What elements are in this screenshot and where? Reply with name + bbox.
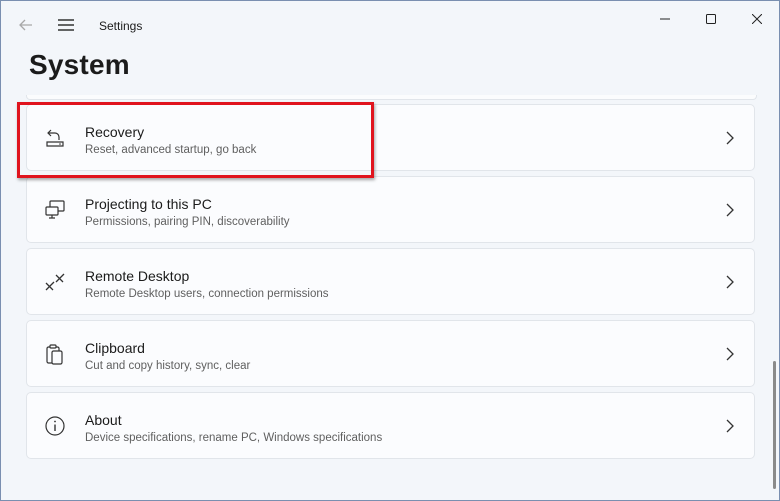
remote-desktop-card[interactable]: Remote Desktop Remote Desktop users, con… (26, 248, 755, 315)
back-arrow-icon (19, 19, 32, 31)
chevron-right-icon (726, 275, 734, 289)
close-button[interactable] (734, 7, 779, 31)
back-button[interactable] (11, 11, 41, 39)
partial-card (26, 95, 757, 100)
chevron-right-icon (726, 203, 734, 217)
hamburger-menu-icon (58, 19, 74, 31)
projecting-icon (45, 200, 65, 219)
projecting-title: Projecting to this PC (85, 196, 212, 212)
clipboard-icon (46, 344, 63, 365)
clipboard-description: Cut and copy history, sync, clear (85, 360, 251, 372)
maximize-icon (706, 14, 716, 24)
chevron-right-icon (726, 347, 734, 361)
settings-window: Settings System Recovery Reset, advanced… (0, 0, 780, 501)
page-title: System (29, 49, 130, 80)
settings-list: Recovery Reset, advanced startup, go bac… (1, 95, 771, 500)
projecting-description: Permissions, pairing PIN, discoverabilit… (85, 216, 290, 228)
clipboard-card[interactable]: Clipboard Cut and copy history, sync, cl… (26, 320, 755, 387)
title-bar: Settings (1, 1, 779, 47)
app-title: Settings (99, 19, 143, 33)
close-icon (752, 14, 762, 24)
chevron-right-icon (726, 419, 734, 433)
about-title: About (85, 412, 122, 428)
minimize-icon (660, 18, 670, 20)
remote-desktop-description: Remote Desktop users, connection permiss… (85, 288, 329, 300)
remote-desktop-icon (45, 273, 65, 291)
minimize-button[interactable] (642, 7, 688, 31)
info-icon (45, 416, 65, 436)
maximize-button[interactable] (688, 7, 734, 31)
navigation-menu-button[interactable] (51, 11, 81, 39)
about-card[interactable]: About Device specifications, rename PC, … (26, 392, 755, 459)
about-description: Device specifications, rename PC, Window… (85, 432, 383, 444)
clipboard-title: Clipboard (85, 340, 145, 356)
vertical-scrollbar[interactable] (773, 361, 776, 489)
highlight-box (17, 102, 374, 178)
chevron-right-icon (726, 131, 734, 145)
remote-desktop-title: Remote Desktop (85, 268, 190, 284)
projecting-card[interactable]: Projecting to this PC Permissions, pairi… (26, 176, 755, 243)
